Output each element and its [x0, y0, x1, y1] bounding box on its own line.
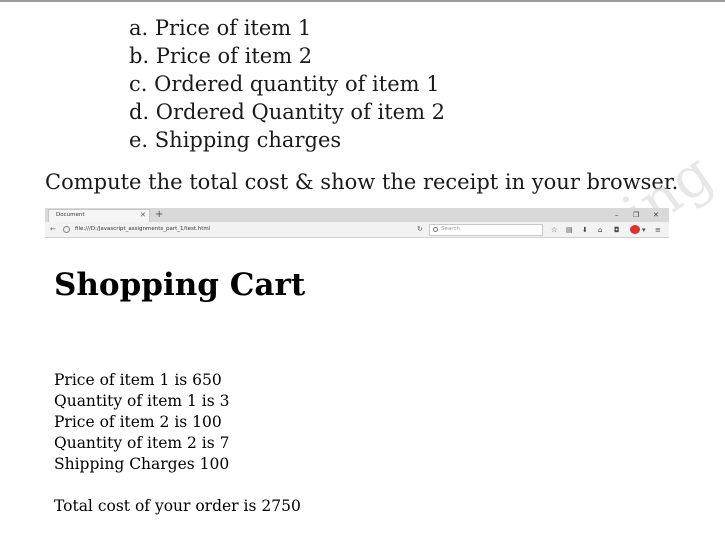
requirement-item: c. Ordered quantity of item 1: [129, 72, 440, 96]
instruction-text: Compute the total cost & show the receip…: [45, 170, 679, 194]
menu-icon[interactable]: ≡: [655, 225, 661, 235]
info-icon[interactable]: [63, 226, 70, 233]
restore-icon[interactable]: ❐: [633, 208, 639, 222]
clipboard-icon[interactable]: ▤: [566, 225, 573, 235]
watermark: ing: [560, 22, 725, 246]
search-icon: [433, 227, 438, 232]
requirement-item: a. Price of item 1: [129, 16, 312, 40]
top-divider: [0, 0, 725, 2]
page-title: Shopping Cart: [54, 267, 306, 303]
receipt-line: Quantity of item 1 is 3: [54, 392, 230, 410]
tab-bar: Document ✕ + – ❐ ✕: [45, 208, 669, 222]
search-placeholder: Search: [441, 226, 460, 232]
minimize-icon[interactable]: –: [615, 208, 619, 222]
close-window-icon[interactable]: ✕: [653, 208, 659, 222]
download-icon[interactable]: ⬇: [582, 225, 588, 235]
page-content: Shopping Cart Price of item 1 is 650 Qua…: [45, 239, 669, 534]
requirement-item: e. Shipping charges: [129, 128, 342, 152]
receipt-line: Price of item 2 is 100: [54, 413, 222, 431]
order-total: Total cost of your order is 2750: [54, 497, 301, 515]
new-tab-icon[interactable]: +: [155, 208, 163, 221]
requirement-item: d. Ordered Quantity of item 2: [129, 100, 446, 124]
browser-window: Document ✕ + – ❐ ✕ ← file:///D:/Javascri…: [45, 208, 669, 534]
receipt-line: Price of item 1 is 650: [54, 371, 222, 389]
receipt-line: Quantity of item 2 is 7: [54, 434, 230, 452]
search-input[interactable]: Search: [429, 224, 543, 236]
back-arrow-icon[interactable]: ←: [50, 225, 56, 233]
receipt-line: Shipping Charges 100: [54, 455, 230, 473]
adblock-icon[interactable]: [630, 225, 640, 234]
browser-tab[interactable]: Document ✕: [48, 209, 150, 222]
chevron-down-icon[interactable]: ▾: [642, 225, 646, 235]
requirement-item: b. Price of item 2: [129, 44, 313, 68]
receipt: Price of item 1 is 650 Quantity of item …: [54, 370, 229, 475]
tab-close-icon[interactable]: ✕: [140, 211, 146, 219]
bookmark-star-icon[interactable]: ☆: [551, 225, 557, 235]
tab-title: Document: [56, 212, 85, 218]
requirements-list: a. Price of item 1 b. Price of item 2 c.…: [129, 14, 445, 154]
pocket-icon[interactable]: ◘: [614, 225, 620, 235]
reload-icon[interactable]: ↻: [417, 225, 423, 233]
home-icon[interactable]: ⌂: [598, 225, 602, 235]
address-bar[interactable]: file:///D:/Javascript_assignments_part_1…: [75, 226, 210, 232]
navigation-bar: ← file:///D:/Javascript_assignments_part…: [45, 222, 669, 238]
